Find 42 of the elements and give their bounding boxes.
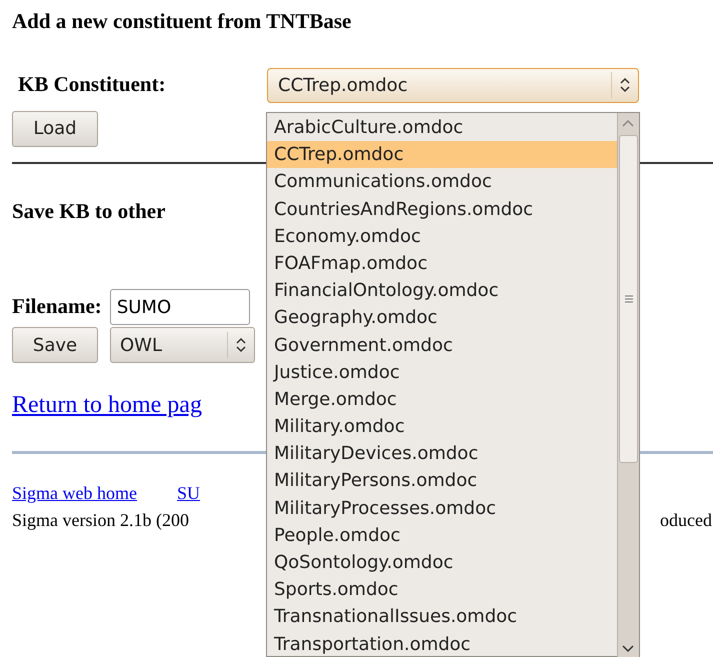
footer-link[interactable]: SU bbox=[176, 480, 200, 507]
dropdown-option[interactable]: TransnationalIssues.omdoc bbox=[267, 603, 617, 631]
section-heading: Save KB to other bbox=[12, 198, 166, 224]
scrollbar[interactable] bbox=[617, 113, 639, 657]
field-label: KB Constituent: bbox=[18, 71, 167, 98]
field-label: Filename: bbox=[12, 293, 102, 320]
dropdown-option[interactable]: CountriesAndRegions.omdoc bbox=[267, 196, 617, 223]
dropdown-option[interactable]: CCTrep.omdoc bbox=[267, 141, 617, 168]
dropdown-option[interactable]: Communications.omdoc bbox=[267, 168, 617, 196]
dropdown-option[interactable]: Government.omdoc bbox=[267, 332, 617, 359]
dropdown-option[interactable]: FinancialOntology.omdoc bbox=[267, 277, 617, 304]
scroll-down-icon[interactable] bbox=[621, 643, 635, 655]
version-text: oduced bbox=[660, 509, 713, 532]
updown-icon bbox=[236, 337, 246, 353]
scroll-thumb[interactable] bbox=[619, 135, 638, 463]
filename-field[interactable]: SUMO bbox=[110, 289, 250, 325]
dropdown-option[interactable]: Economy.omdoc bbox=[267, 222, 617, 250]
dropdown-option[interactable]: QoSontology.omdoc bbox=[267, 549, 617, 576]
home-link[interactable]: Return to home pag bbox=[12, 387, 202, 423]
dropdown-option[interactable]: ArabicCulture.omdoc bbox=[267, 114, 617, 142]
dropdown-option[interactable]: Transportation.omdoc bbox=[267, 630, 617, 657]
updown-icon bbox=[620, 77, 630, 93]
page-heading: Add a new constituent from TNTBase bbox=[12, 8, 352, 35]
grip-icon bbox=[624, 295, 634, 303]
dropdown-option[interactable]: Military.omdoc bbox=[267, 413, 617, 440]
dropdown-option[interactable]: MilitaryProcesses.omdoc bbox=[267, 494, 617, 522]
dropdown-option[interactable]: Sports.omdoc bbox=[267, 576, 617, 604]
dropdown-option[interactable]: MilitaryDevices.omdoc bbox=[267, 440, 617, 468]
dropdown-option[interactable]: Geography.omdoc bbox=[267, 304, 617, 332]
save-button[interactable]: Save bbox=[12, 327, 98, 363]
footer-link[interactable]: Sigma web home bbox=[12, 480, 137, 507]
options-list[interactable] bbox=[266, 112, 640, 657]
dropdown-option[interactable]: Justice.omdoc bbox=[267, 358, 617, 386]
load-button[interactable]: Load bbox=[12, 110, 98, 146]
constituent-select[interactable]: CCTrep.omdoc bbox=[267, 68, 639, 102]
dropdown-option[interactable]: MilitaryPersons.omdoc bbox=[267, 467, 617, 495]
scroll-up-icon[interactable] bbox=[621, 117, 635, 129]
format-select[interactable]: OWL bbox=[110, 327, 255, 363]
dropdown-option[interactable]: People.omdoc bbox=[267, 522, 617, 549]
dropdown-option[interactable]: FOAFmap.omdoc bbox=[267, 250, 617, 278]
dropdown-option[interactable]: Merge.omdoc bbox=[267, 386, 617, 414]
version-text: Sigma version 2.1b (200 bbox=[12, 509, 189, 532]
